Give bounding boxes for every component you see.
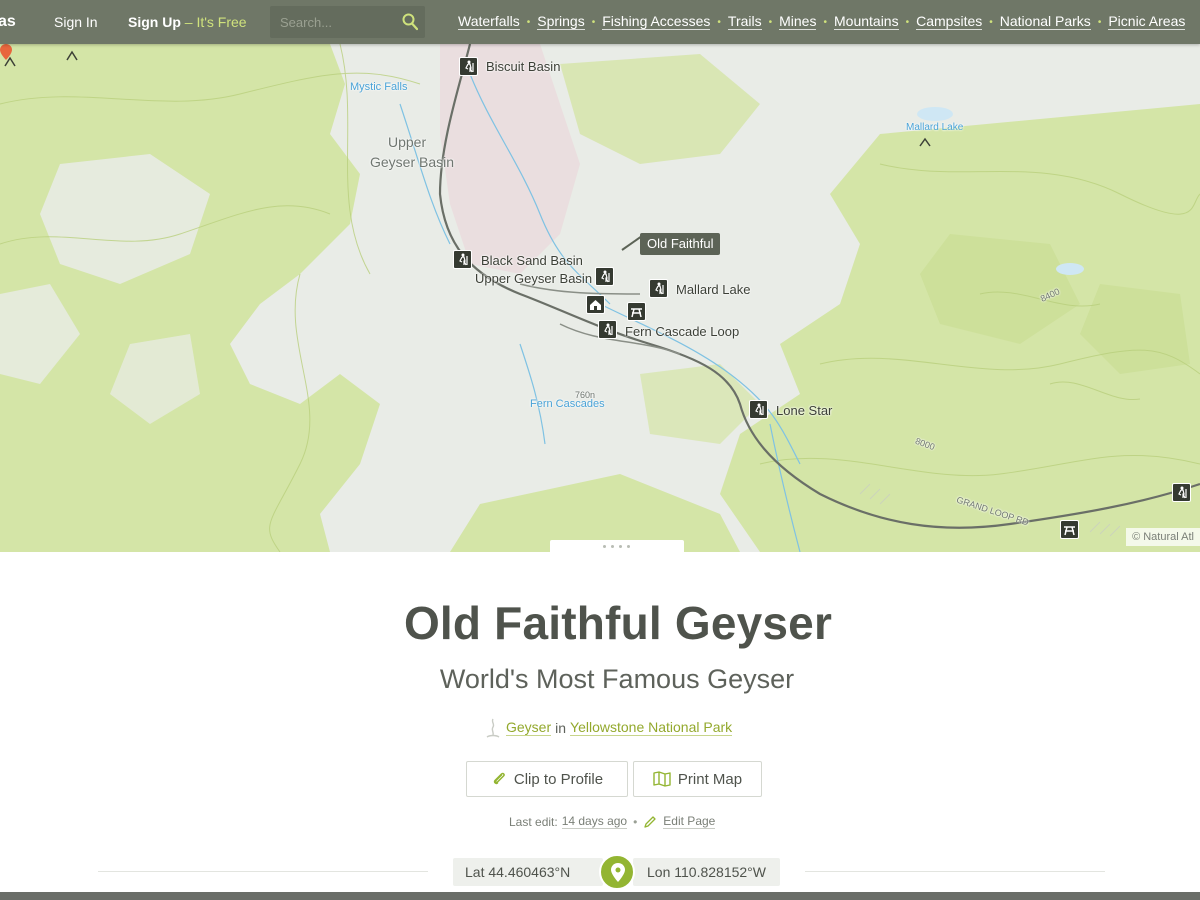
location-badge[interactable]	[599, 854, 635, 890]
hiker-icon[interactable]	[1172, 483, 1191, 502]
map-label-mallard-lake-trail: Mallard Lake	[676, 282, 751, 297]
nav-separator: •	[989, 16, 993, 28]
search-icon[interactable]	[402, 13, 418, 31]
map-label-biscuit-basin: Biscuit Basin	[486, 59, 561, 74]
sign-in-link[interactable]: Sign In	[54, 0, 98, 44]
map-label-geyser-basin: Geyser Basin	[370, 154, 455, 170]
sign-up-label: Sign Up	[128, 14, 181, 30]
hiker-icon[interactable]	[649, 279, 668, 298]
top-navigation: as Sign In Sign Up – It's Free Waterfall…	[0, 0, 1200, 44]
map-label-mystic-falls: Mystic Falls	[350, 81, 408, 93]
nav-category-picnic-areas[interactable]: Picnic Areas	[1108, 14, 1186, 30]
map-attribution[interactable]: © Natural Atl	[1126, 528, 1200, 546]
sign-up-free-label: – It's Free	[180, 14, 247, 30]
pencil-icon	[644, 816, 656, 828]
feature-type-link[interactable]: Geyser	[506, 720, 552, 736]
window-bottom-edge	[0, 892, 1200, 900]
hiker-icon[interactable]	[598, 320, 617, 339]
print-map-button[interactable]: Print Map	[633, 761, 762, 797]
old-faithful-callout[interactable]: Old Faithful	[640, 233, 721, 255]
map-pin-icon[interactable]	[0, 44, 12, 60]
lat-label: Lat	[465, 864, 485, 880]
map-label-lone-star: Lone Star	[776, 403, 833, 418]
clip-to-profile-label: Clip to Profile	[513, 770, 604, 788]
map-resize-handle[interactable]	[550, 540, 684, 552]
map-label-mallard-lake-lake: Mallard Lake	[906, 122, 964, 133]
page-title: Old Faithful Geyser	[403, 597, 833, 649]
nav-separator: •	[591, 16, 596, 28]
nav-separator: •	[823, 16, 827, 28]
map-icon	[653, 771, 671, 787]
hiker-icon[interactable]	[453, 250, 472, 269]
nav-separator: •	[905, 16, 910, 28]
page-subtitle: World's Most Famous Geyser	[439, 664, 795, 694]
sign-up-link[interactable]: Sign Up – It's Free	[128, 0, 247, 44]
nav-category-campsites[interactable]: Campsites	[916, 14, 983, 30]
edit-page-link[interactable]: Edit Page	[663, 815, 716, 829]
in-word: in	[555, 720, 567, 736]
feature-context: Geyser in Yellowstone National Park	[484, 716, 733, 740]
nav-separator: •	[1097, 16, 1102, 28]
nav-separator: •	[526, 16, 531, 28]
latitude-display: Lat 44.460463°N	[453, 858, 603, 886]
search-box	[270, 6, 425, 38]
handle-dot	[627, 545, 630, 548]
handle-dot	[611, 545, 614, 548]
hiker-icon[interactable]	[595, 267, 614, 286]
page-root: as Sign In Sign Up – It's Free Waterfall…	[0, 0, 1200, 900]
handle-dot	[603, 545, 606, 548]
location-pin-icon	[611, 863, 625, 882]
nav-category-mountains[interactable]: Mountains	[834, 14, 899, 30]
map-label-upper-geyser-basin: Upper Geyser Basin	[475, 271, 593, 286]
search-input[interactable]	[280, 12, 395, 32]
print-map-label: Print Map	[677, 770, 743, 788]
map-label-black-sand-basin: Black Sand Basin	[481, 253, 583, 268]
divider-left	[98, 871, 428, 872]
nav-category-mines[interactable]: Mines	[779, 14, 817, 30]
nav-category-trails[interactable]: Trails	[727, 14, 762, 30]
divider-right	[805, 871, 1105, 872]
last-edit-label: Last edit:	[509, 815, 558, 829]
lodge-icon[interactable]	[586, 295, 605, 314]
picnic-table-icon[interactable]	[627, 302, 646, 321]
category-nav: Waterfalls • Springs • Fishing Accesses • T…	[458, 0, 1186, 44]
park-link[interactable]: Yellowstone National Park	[570, 720, 733, 736]
longitude-display: Lon 110.828152°W	[633, 858, 780, 886]
nav-category-fishing-accesses[interactable]: Fishing Accesses	[602, 14, 711, 30]
geyser-icon	[486, 718, 500, 738]
paperclip-icon	[493, 772, 505, 785]
hiker-icon[interactable]	[459, 57, 478, 76]
map-label-upper: Upper	[388, 134, 427, 150]
nav-separator: •	[768, 16, 773, 28]
map-label-fern-cascade-loop: Fern Cascade Loop	[625, 324, 740, 339]
handle-dot	[619, 545, 622, 548]
nav-separator: •	[717, 16, 721, 28]
picnic-table-icon[interactable]	[1060, 520, 1079, 539]
lon-label: Lon	[647, 864, 671, 880]
last-edit-date-link[interactable]: 14 days ago	[561, 815, 628, 829]
nav-category-national-parks[interactable]: National Parks	[999, 14, 1091, 30]
map-label-elevation-760n: 760n	[575, 390, 596, 400]
clip-to-profile-button[interactable]: Clip to Profile	[466, 761, 628, 797]
lat-value: 44.460463°N	[488, 864, 571, 880]
hiker-icon[interactable]	[749, 400, 768, 419]
nav-category-waterfalls[interactable]: Waterfalls	[458, 14, 520, 30]
last-edit-info: Last edit: 14 days ago • Edit Page	[509, 812, 716, 832]
brand-logo[interactable]: as	[0, 0, 26, 44]
topo-map[interactable]: Biscuit Basin Mystic Falls Upper Geyser …	[0, 44, 1200, 552]
separator: •	[633, 815, 638, 829]
lon-value: 110.828152°W	[674, 864, 766, 880]
nav-category-springs[interactable]: Springs	[537, 14, 585, 30]
